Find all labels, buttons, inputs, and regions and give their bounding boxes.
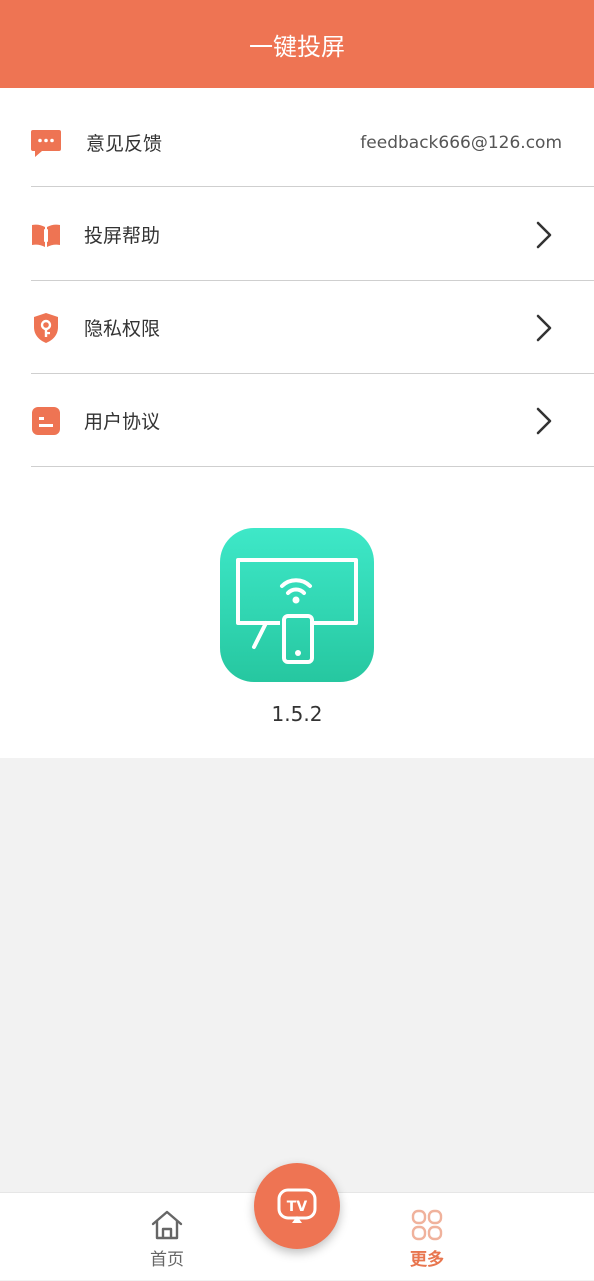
menu-item-feedback[interactable]: 意见反馈 feedback666@126.com	[0, 96, 594, 189]
tab-label: 首页	[150, 1250, 184, 1270]
document-icon	[30, 405, 62, 437]
shield-key-icon	[30, 312, 62, 344]
chevron-right-icon	[536, 314, 552, 341]
book-icon	[30, 219, 62, 251]
divider	[31, 186, 594, 187]
screen-cast-icon	[220, 528, 374, 682]
tab-label: 更多	[410, 1250, 444, 1270]
divider	[31, 466, 594, 467]
menu-item-label: 意见反馈	[86, 133, 163, 155]
feedback-email: feedback666@126.com	[360, 132, 562, 153]
tab-home[interactable]: 首页	[107, 1193, 227, 1281]
app-logo	[220, 528, 374, 682]
tv-cast-icon: TV	[277, 1188, 317, 1223]
app-version: 1.5.2	[271, 702, 323, 726]
chat-bubble-icon	[30, 127, 62, 159]
page-title: 一键投屏	[249, 32, 345, 61]
menu-item-label: 用户协议	[84, 411, 161, 433]
chevron-right-icon	[536, 407, 552, 434]
cast-tv-button[interactable]: TV	[254, 1163, 340, 1249]
settings-panel: 意见反馈 feedback666@126.com 投屏帮助 隐私权限 用户协议 …	[0, 88, 594, 758]
grid-icon	[411, 1209, 443, 1241]
menu-item-label: 隐私权限	[84, 318, 161, 340]
app-header: 一键投屏	[0, 0, 594, 88]
tv-label: TV	[287, 1199, 308, 1215]
tab-more[interactable]: 更多	[367, 1193, 487, 1281]
menu-item-agreement[interactable]: 用户协议	[0, 374, 594, 467]
menu-item-privacy[interactable]: 隐私权限	[0, 281, 594, 374]
menu-item-help[interactable]: 投屏帮助	[0, 188, 594, 281]
home-icon	[151, 1210, 183, 1240]
menu-item-label: 投屏帮助	[84, 225, 161, 247]
chevron-right-icon	[536, 221, 552, 248]
